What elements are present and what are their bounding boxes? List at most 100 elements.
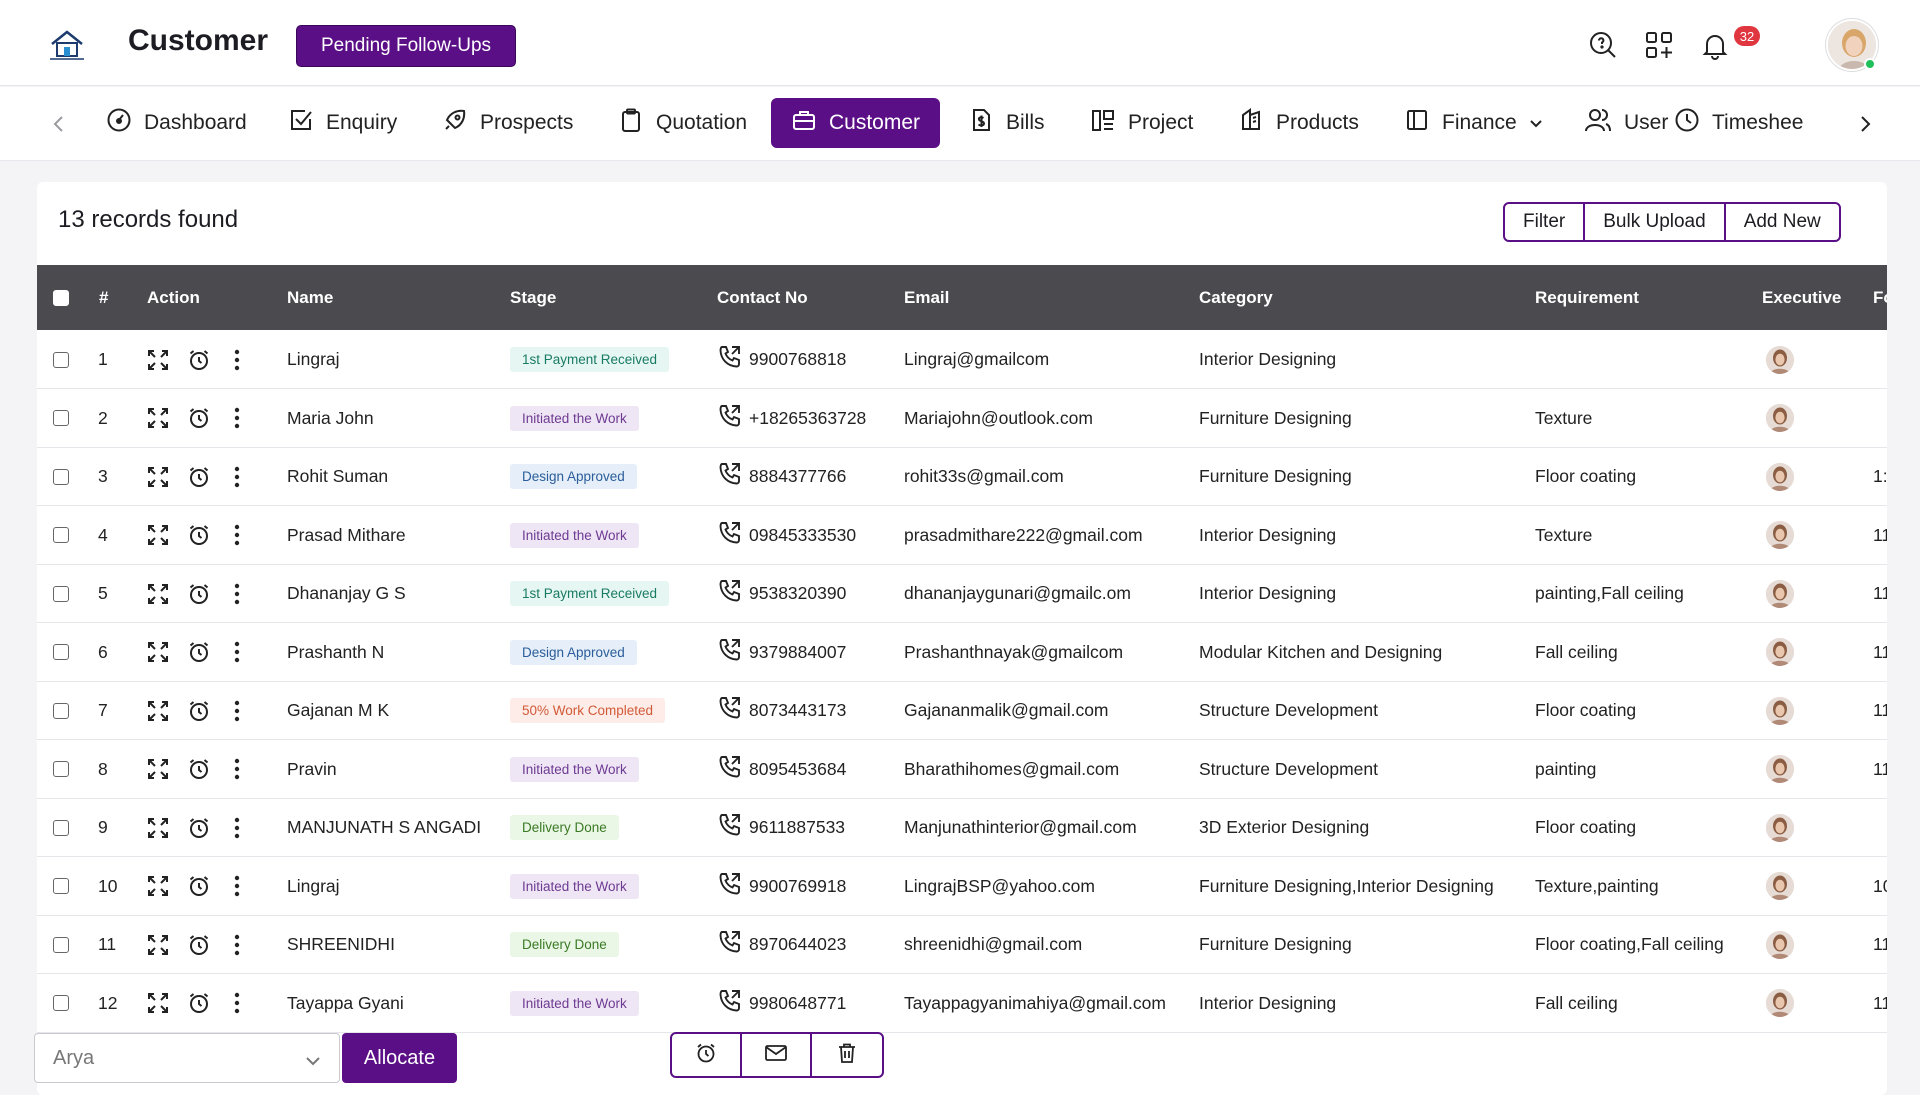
nav-item-finance[interactable]: Finance (1390, 98, 1557, 148)
more-options-icon[interactable] (233, 681, 241, 740)
nav-item-quotation[interactable]: Quotation (604, 98, 761, 148)
more-options-icon[interactable] (233, 623, 241, 682)
expand-icon[interactable] (146, 389, 170, 448)
bulk-reminder-button[interactable] (672, 1034, 742, 1076)
company-logo[interactable] (44, 24, 90, 64)
more-options-icon[interactable] (233, 389, 241, 448)
customer-name[interactable]: Prashanth N (287, 623, 384, 682)
phone-call-icon[interactable] (717, 695, 743, 726)
alarm-clock-icon[interactable] (187, 447, 211, 506)
nav-item-project[interactable]: Project (1076, 98, 1207, 148)
expand-icon[interactable] (146, 564, 170, 623)
table-row[interactable]: 10 Lingraj Initiated the Work 9900769918 Lin… (37, 857, 1887, 916)
expand-icon[interactable] (146, 798, 170, 857)
more-options-icon[interactable] (233, 330, 241, 389)
table-row[interactable]: 9 MANJUNATH S ANGADI Delivery Done 96118875… (37, 798, 1887, 857)
alarm-clock-icon[interactable] (187, 798, 211, 857)
nav-item-bills[interactable]: Bills (954, 98, 1059, 148)
phone-call-icon[interactable] (717, 578, 743, 609)
executive-avatar[interactable] (1766, 404, 1794, 432)
phone-call-icon[interactable] (717, 637, 743, 668)
phone-call-icon[interactable] (717, 754, 743, 785)
table-row[interactable]: 11 SHREENIDHI Delivery Done 8970644023 shree… (37, 915, 1887, 974)
nav-item-timesheet[interactable]: Timeshee (1660, 98, 1817, 148)
executive-avatar[interactable] (1766, 755, 1794, 783)
nav-scroll-left-icon[interactable] (46, 111, 72, 137)
expand-icon[interactable] (146, 623, 170, 682)
more-options-icon[interactable] (233, 447, 241, 506)
more-options-icon[interactable] (233, 740, 241, 799)
customer-name[interactable]: Rohit Suman (287, 447, 388, 506)
expand-icon[interactable] (146, 447, 170, 506)
expand-icon[interactable] (146, 681, 170, 740)
bell-icon[interactable] (1698, 28, 1732, 62)
alarm-clock-icon[interactable] (187, 564, 211, 623)
row-checkbox[interactable] (53, 564, 69, 623)
row-checkbox[interactable] (53, 915, 69, 974)
add-new-button[interactable]: Add New (1726, 204, 1839, 240)
apps-grid-icon[interactable] (1642, 28, 1676, 62)
expand-icon[interactable] (146, 857, 170, 916)
executive-avatar[interactable] (1766, 696, 1794, 725)
nav-scroll-right-icon[interactable] (1852, 111, 1878, 137)
executive-avatar[interactable] (1766, 462, 1794, 491)
executive-avatar[interactable] (1766, 989, 1794, 1017)
more-options-icon[interactable] (233, 857, 241, 916)
phone-call-icon[interactable] (717, 929, 743, 960)
expand-icon[interactable] (146, 506, 170, 565)
phone-call-icon[interactable] (717, 520, 743, 551)
alarm-clock-icon[interactable] (187, 681, 211, 740)
nav-item-prospects[interactable]: Prospects (428, 98, 587, 148)
phone-call-icon[interactable] (717, 403, 743, 434)
phone-call-icon[interactable] (717, 461, 743, 492)
allocate-button[interactable]: Allocate (342, 1033, 457, 1083)
customer-name[interactable]: Lingraj (287, 857, 340, 916)
phone-call-icon[interactable] (717, 988, 743, 1019)
customer-name[interactable]: Gajanan M K (287, 681, 389, 740)
phone-call-icon[interactable] (717, 344, 743, 375)
table-row[interactable]: 1 Lingraj 1st Payment Received 9900768818 Li… (37, 330, 1887, 389)
alarm-clock-icon[interactable] (187, 857, 211, 916)
row-checkbox[interactable] (53, 389, 69, 448)
row-checkbox[interactable] (53, 798, 69, 857)
row-checkbox[interactable] (53, 506, 69, 565)
filter-button[interactable]: Filter (1505, 204, 1586, 240)
customer-name[interactable]: Dhananjay G S (287, 564, 406, 623)
search-icon[interactable] (1586, 28, 1620, 62)
col-requirement[interactable]: Requirement (1535, 265, 1639, 330)
executive-avatar[interactable] (1766, 579, 1794, 608)
table-row[interactable]: 4 Prasad Mithare Initiated the Work 0984533… (37, 506, 1887, 565)
customer-name[interactable]: Pravin (287, 740, 337, 799)
row-checkbox[interactable] (53, 623, 69, 682)
select-all-checkbox[interactable] (53, 265, 69, 330)
col-follow-up[interactable]: Fo (1873, 265, 1887, 330)
alarm-clock-icon[interactable] (187, 330, 211, 389)
table-row[interactable]: 7 Gajanan M K 50% Work Completed 8073443173… (37, 681, 1887, 740)
alarm-clock-icon[interactable] (187, 506, 211, 565)
customer-name[interactable]: MANJUNATH S ANGADI (287, 798, 481, 857)
bulk-delete-button[interactable] (812, 1034, 882, 1076)
alarm-clock-icon[interactable] (187, 623, 211, 682)
expand-icon[interactable] (146, 915, 170, 974)
phone-call-icon[interactable] (717, 812, 743, 843)
more-options-icon[interactable] (233, 915, 241, 974)
executive-avatar[interactable] (1766, 345, 1794, 374)
expand-icon[interactable] (146, 740, 170, 799)
alarm-clock-icon[interactable] (187, 915, 211, 974)
bulk-upload-button[interactable]: Bulk Upload (1585, 204, 1726, 240)
col-email[interactable]: Email (904, 265, 949, 330)
row-checkbox[interactable] (53, 447, 69, 506)
row-checkbox[interactable] (53, 681, 69, 740)
customer-name[interactable]: SHREENIDHI (287, 915, 395, 974)
table-row[interactable]: 8 Pravin Initiated the Work 8095453684 Bhara… (37, 740, 1887, 799)
nav-item-enquiry[interactable]: Enquiry (274, 98, 411, 148)
more-options-icon[interactable] (233, 506, 241, 565)
bulk-email-button[interactable] (742, 1034, 812, 1076)
customer-name[interactable]: Lingraj (287, 330, 340, 389)
pending-follow-ups-button[interactable]: Pending Follow-Ups (296, 25, 516, 67)
executive-avatar[interactable] (1766, 813, 1794, 842)
more-options-icon[interactable] (233, 798, 241, 857)
phone-call-icon[interactable] (717, 871, 743, 902)
executive-avatar[interactable] (1766, 521, 1794, 549)
nav-item-dashboard[interactable]: Dashboard (92, 98, 261, 148)
